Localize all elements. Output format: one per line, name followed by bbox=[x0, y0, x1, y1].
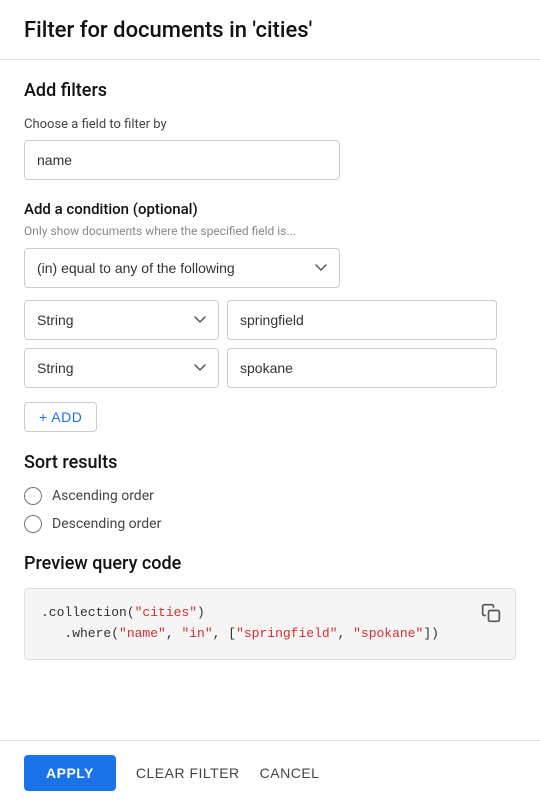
condition-title: Add a condition (optional) bbox=[24, 200, 516, 218]
value-rows: String Number Boolean String Number Bool… bbox=[24, 300, 516, 388]
code-collection-string: "cities" bbox=[135, 605, 197, 620]
add-filters-title: Add filters bbox=[24, 80, 516, 101]
code-where-prefix: .where( bbox=[41, 626, 119, 641]
value-row: String Number Boolean bbox=[24, 300, 516, 340]
type-select-1[interactable]: String Number Boolean bbox=[24, 300, 219, 340]
condition-section: Add a condition (optional) Only show doc… bbox=[0, 180, 540, 432]
condition-dropdown[interactable]: (in) equal to any of the following (not … bbox=[24, 248, 340, 288]
field-input[interactable] bbox=[24, 140, 340, 180]
value-row: String Number Boolean bbox=[24, 348, 516, 388]
sort-radio-group: Ascending order Descending order bbox=[24, 487, 516, 533]
page-title: Filter for documents in 'cities' bbox=[0, 0, 540, 60]
preview-title: Preview query code bbox=[24, 553, 516, 574]
copy-button[interactable] bbox=[477, 599, 505, 630]
add-button[interactable]: + ADD bbox=[24, 402, 97, 432]
code-line-1: .collection("cities") bbox=[41, 603, 499, 624]
apply-button[interactable]: APPLY bbox=[24, 755, 116, 791]
code-where-sep3: , bbox=[337, 626, 353, 641]
code-collection-suffix: ) bbox=[197, 605, 205, 620]
sort-ascending-text: Ascending order bbox=[52, 488, 154, 504]
code-collection-prefix: .collection( bbox=[41, 605, 135, 620]
code-block: .collection("cities") .where("name", "in… bbox=[24, 588, 516, 660]
sort-title: Sort results bbox=[24, 452, 516, 473]
code-where-in: "in" bbox=[181, 626, 212, 641]
cancel-button[interactable]: CANCEL bbox=[260, 765, 320, 781]
sort-ascending-label[interactable]: Ascending order bbox=[24, 487, 516, 505]
sort-descending-label[interactable]: Descending order bbox=[24, 515, 516, 533]
field-label: Choose a field to filter by bbox=[24, 117, 516, 132]
type-select-2[interactable]: String Number Boolean bbox=[24, 348, 219, 388]
clear-filter-button[interactable]: CLEAR FILTER bbox=[136, 765, 240, 781]
footer: APPLY CLEAR FILTER CANCEL bbox=[0, 740, 540, 805]
value-input-1[interactable] bbox=[227, 300, 497, 340]
code-where-springfield: "springfield" bbox=[236, 626, 337, 641]
value-input-2[interactable] bbox=[227, 348, 497, 388]
sort-section: Sort results Ascending order Descending … bbox=[0, 432, 540, 533]
add-filters-section: Add filters Choose a field to filter by bbox=[0, 60, 540, 180]
condition-hint: Only show documents where the specified … bbox=[24, 224, 516, 238]
code-where-sep2: , [ bbox=[213, 626, 236, 641]
code-where-sep1: , bbox=[166, 626, 182, 641]
preview-section: Preview query code .collection("cities")… bbox=[0, 533, 540, 660]
sort-descending-text: Descending order bbox=[52, 516, 161, 532]
code-where-name: "name" bbox=[119, 626, 166, 641]
code-where-spokane: "spokane" bbox=[353, 626, 423, 641]
sort-descending-radio[interactable] bbox=[24, 515, 42, 533]
sort-ascending-radio[interactable] bbox=[24, 487, 42, 505]
copy-icon bbox=[481, 603, 501, 623]
code-where-end: ]) bbox=[423, 626, 439, 641]
code-line-2: .where("name", "in", ["springfield", "sp… bbox=[41, 624, 499, 645]
